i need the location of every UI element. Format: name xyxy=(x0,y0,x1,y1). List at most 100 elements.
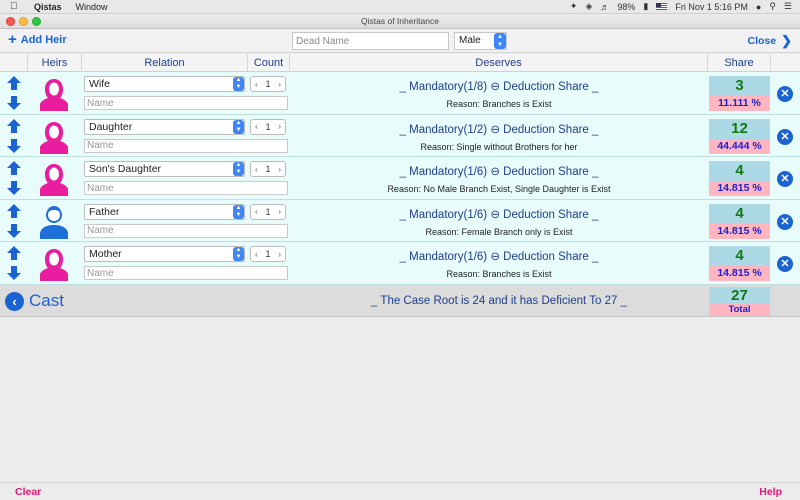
count-value: 1 xyxy=(265,79,271,89)
clear-button[interactable]: Clear xyxy=(15,486,41,498)
add-heir-label: Add Heir xyxy=(20,34,67,46)
increment-chevron-icon[interactable]: › xyxy=(278,250,281,259)
count-value: 1 xyxy=(265,206,271,217)
input-source-flag-icon[interactable] xyxy=(656,3,668,10)
move-up-arrow-icon[interactable] xyxy=(6,203,22,218)
relation-select[interactable]: Wife ▲ ▼ xyxy=(84,76,245,92)
count-value: 1 xyxy=(265,121,271,132)
volume-icon[interactable]: ♬ xyxy=(600,2,609,12)
remove-heir-close-icon[interactable]: ✕ xyxy=(777,171,793,187)
heir-name-input[interactable] xyxy=(84,138,288,153)
header-heirs: Heirs xyxy=(28,54,82,72)
move-down-arrow-icon[interactable] xyxy=(6,96,22,110)
reason-text: Reason: Single without Brothers for her xyxy=(420,141,578,152)
heir-name-input[interactable] xyxy=(84,223,288,238)
reorder-controls xyxy=(6,118,22,153)
cast-button[interactable]: ‹ Cast xyxy=(5,291,64,311)
table-row: Son's Daughter ▲▼ ‹ 1 › _ Mandatory(1/6) ⊖ De… xyxy=(0,157,800,200)
reason-text: Reason: Female Branch only is Exist xyxy=(425,226,573,237)
decrement-chevron-icon[interactable]: ‹ xyxy=(255,207,258,216)
menu-window[interactable]: Window xyxy=(76,2,108,12)
move-down-arrow-icon[interactable] xyxy=(6,223,22,238)
battery-icon[interactable]: ▮ xyxy=(643,1,648,12)
heir-name-input[interactable] xyxy=(84,96,288,110)
increment-chevron-icon[interactable]: › xyxy=(278,80,281,89)
share-percent: 14.815 % xyxy=(709,266,770,281)
heir-name-input[interactable] xyxy=(84,181,288,195)
decrement-chevron-icon[interactable]: ‹ xyxy=(255,122,258,131)
reorder-controls xyxy=(6,76,22,110)
window-close-button[interactable] xyxy=(6,17,15,26)
count-stepper[interactable]: ‹ 1 › xyxy=(250,203,286,220)
move-down-arrow-icon[interactable] xyxy=(6,266,22,280)
close-button[interactable]: Close ❯ xyxy=(748,34,793,47)
increment-chevron-icon[interactable]: › xyxy=(278,207,281,216)
reason-text: Reason: Branches is Exist xyxy=(446,99,552,109)
move-down-arrow-icon[interactable] xyxy=(6,181,22,195)
reorder-controls xyxy=(6,203,22,238)
updown-chevron-icon: ▲ ▼ xyxy=(233,162,244,176)
move-up-arrow-icon[interactable] xyxy=(6,161,22,175)
dead-name-input[interactable] xyxy=(292,32,449,50)
increment-chevron-icon[interactable]: › xyxy=(278,165,281,174)
reorder-controls xyxy=(6,246,22,280)
clock[interactable]: Fri Nov 1 5:16 PM xyxy=(675,2,748,12)
case-root-text: _ The Case Root is 24 and it has Deficie… xyxy=(371,295,627,307)
bluetooth-icon[interactable]: ✦ xyxy=(570,1,578,12)
remove-heir-close-icon[interactable]: ✕ xyxy=(777,256,793,272)
notification-center-icon[interactable]: ☰ xyxy=(784,1,792,12)
increment-chevron-icon[interactable]: › xyxy=(278,122,281,131)
gender-value: Male xyxy=(459,35,481,46)
help-button[interactable]: Help xyxy=(759,486,782,498)
apple-icon[interactable]:  xyxy=(10,1,22,12)
heir-name-input[interactable] xyxy=(84,266,288,280)
relation-select[interactable]: Mother ▲ ▼ xyxy=(84,246,245,262)
updown-chevron-icon: ▲ ▼ xyxy=(233,77,244,91)
table-row: Daughter ▲▼ ‹ 1 › _ Mandatory(1/2) ⊖ Deductio… xyxy=(0,114,800,157)
user-icon[interactable]: ● xyxy=(756,2,761,12)
share-value: 4 xyxy=(709,203,770,224)
share-value: 4 xyxy=(709,161,770,181)
table-header: Heirs Relation Count Deserves Share xyxy=(0,54,800,72)
toolbar: + Add Heir Male ▲▼ Close ❯ xyxy=(0,29,800,53)
relation-select[interactable]: Father ▲ ▼ xyxy=(84,203,245,220)
count-stepper[interactable]: ‹ 1 › xyxy=(250,118,286,135)
deserves-text: _ Mandatory(1/6) ⊖ Deduction Share _ xyxy=(399,166,599,178)
window-zoom-button[interactable] xyxy=(32,17,41,26)
spotlight-search-icon[interactable]: ⚲ xyxy=(769,1,776,12)
decrement-chevron-icon[interactable]: ‹ xyxy=(255,80,258,89)
move-up-arrow-icon[interactable] xyxy=(6,246,22,260)
count-stepper[interactable]: ‹ 1 › xyxy=(250,246,286,262)
remove-heir-close-icon[interactable]: ✕ xyxy=(777,86,793,102)
gender-select[interactable]: Male ▲ ▼ xyxy=(454,32,507,50)
deserves-text: _ Mandatory(1/6) ⊖ Deduction Share _ xyxy=(399,208,599,221)
relation-value: Mother xyxy=(89,248,122,260)
relation-value: Wife xyxy=(89,78,110,90)
share-value: 3 xyxy=(709,76,770,96)
wifi-icon[interactable]: ◈ xyxy=(585,1,592,12)
decrement-chevron-icon[interactable]: ‹ xyxy=(255,250,258,259)
decrement-chevron-icon[interactable]: ‹ xyxy=(255,165,258,174)
menu-app-name[interactable]: Qistas xyxy=(34,2,62,12)
reason-text: Reason: No Male Branch Exist, Single Dau… xyxy=(387,184,611,194)
remove-heir-close-icon[interactable]: ✕ xyxy=(777,128,793,145)
relation-select[interactable]: Daughter ▲ ▼ xyxy=(84,118,245,135)
move-down-arrow-icon[interactable] xyxy=(6,138,22,153)
move-up-arrow-icon[interactable] xyxy=(6,76,22,90)
female-avatar-icon xyxy=(38,120,70,154)
remove-heir-close-icon[interactable]: ✕ xyxy=(777,213,793,230)
battery-percent[interactable]: 98% xyxy=(617,2,635,12)
relation-value: Father xyxy=(89,205,120,218)
header-count: Count xyxy=(248,54,290,72)
window-minimize-button[interactable] xyxy=(19,17,28,26)
table-row: Mother ▲▼ ‹ 1 › _ Mandatory(1/6) ⊖ Deduction … xyxy=(0,242,800,285)
count-stepper[interactable]: ‹ 1 › xyxy=(250,76,286,92)
move-up-arrow-icon[interactable] xyxy=(6,118,22,133)
relation-select[interactable]: Son's Daughter ▲ ▼ xyxy=(84,161,245,177)
count-stepper[interactable]: ‹ 1 › xyxy=(250,161,286,177)
add-heir-button[interactable]: + Add Heir xyxy=(8,32,67,47)
window-title-bar: Qistas of Inheritance xyxy=(0,14,800,29)
total-label: Total xyxy=(709,304,770,316)
share-value: 12 xyxy=(709,118,770,139)
deserves-text: _ Mandatory(1/8) ⊖ Deduction Share _ xyxy=(399,81,599,93)
